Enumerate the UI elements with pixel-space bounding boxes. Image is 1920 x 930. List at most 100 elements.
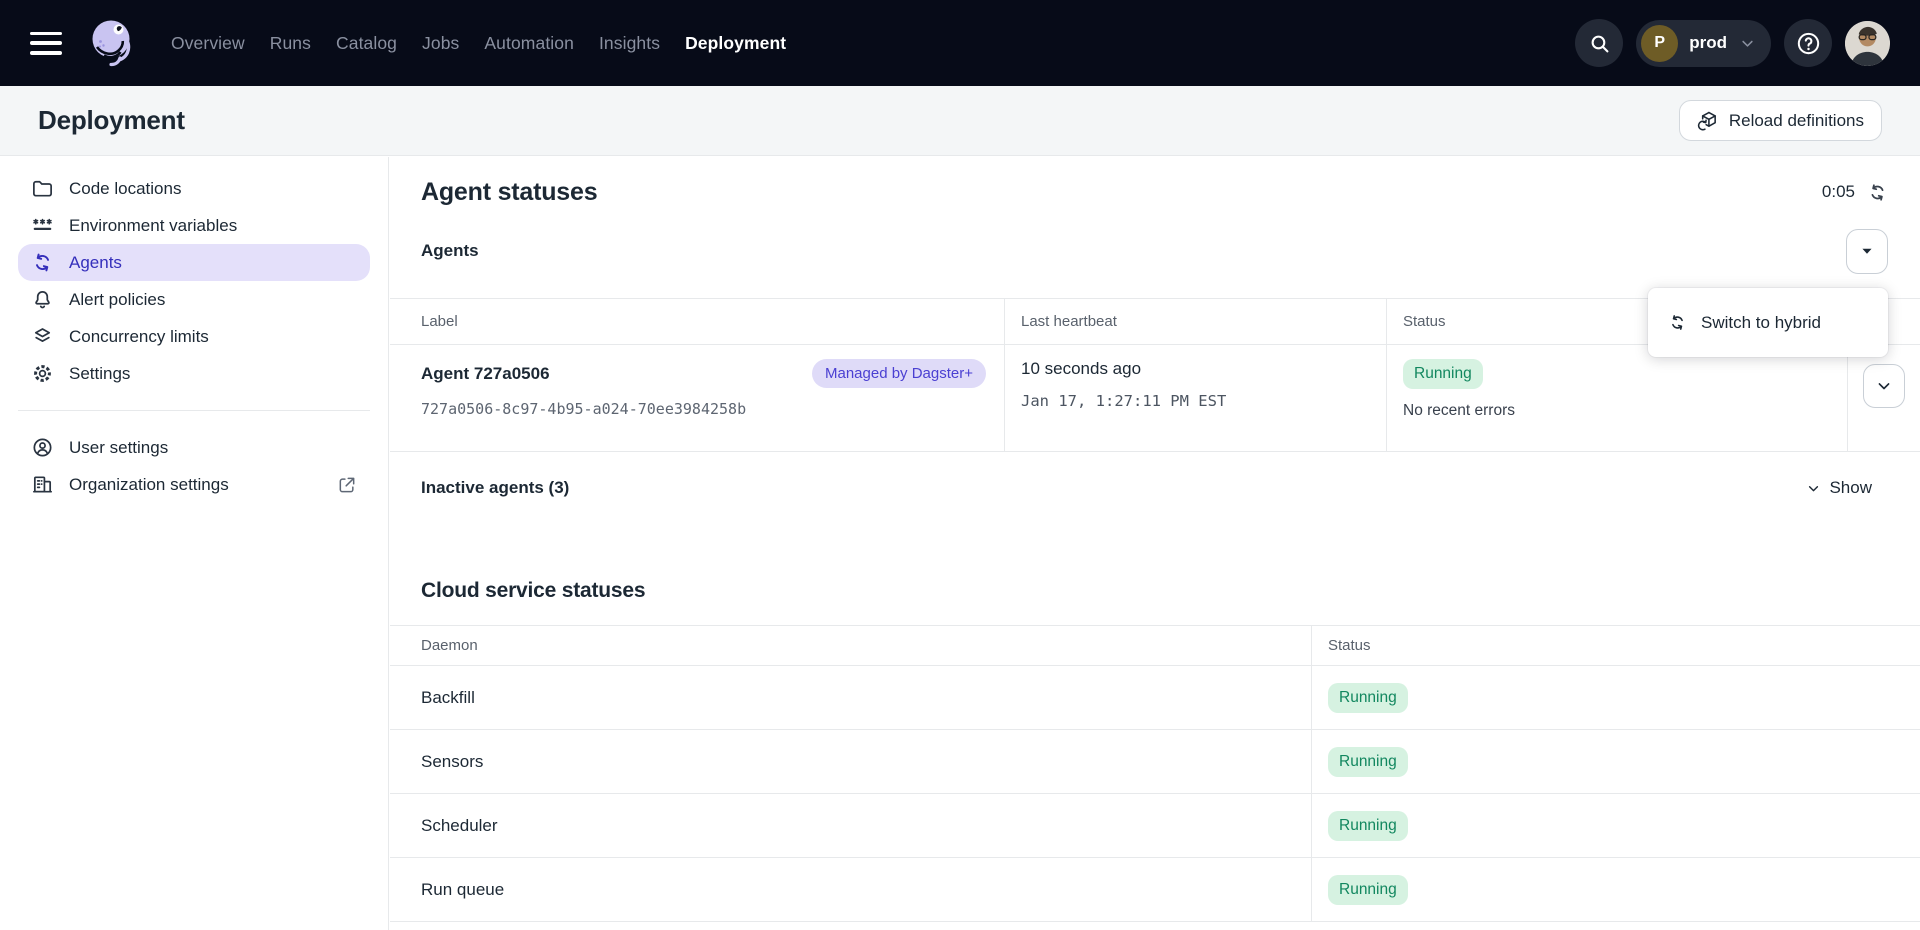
reload-definitions-button[interactable]: Reload definitions	[1679, 100, 1882, 141]
status-badge: Running	[1403, 359, 1483, 389]
bell-icon	[31, 288, 54, 311]
nav-runs[interactable]: Runs	[270, 33, 311, 54]
main-content: Agent statuses 0:05 Agents Label Last he…	[390, 157, 1920, 930]
page-header: Deployment Reload definitions	[0, 86, 1920, 156]
sidebar-item-label: Environment variables	[69, 216, 237, 236]
agent-actions-cell	[1847, 345, 1920, 452]
menu-item-label: Switch to hybrid	[1701, 313, 1821, 333]
daemon-name: Sensors	[390, 730, 1311, 794]
sidebar-item-label: Code locations	[69, 179, 181, 199]
deployment-sidebar: Code locations Environment variables Age…	[0, 157, 389, 930]
user-circle-icon	[31, 436, 54, 459]
sidebar-item-user-settings[interactable]: User settings	[18, 429, 370, 466]
daemon-status-cell: Running	[1311, 794, 1920, 858]
managed-by-badge: Managed by Dagster+	[812, 359, 986, 388]
agent-sync-icon	[31, 251, 54, 274]
agent-status-cell: Running No recent errors	[1386, 345, 1847, 452]
agent-name: Agent 727a0506	[421, 364, 550, 384]
inactive-agents-title: Inactive agents (3)	[421, 478, 569, 498]
chevron-down-icon	[1874, 376, 1894, 396]
column-header-last-heartbeat: Last heartbeat	[1004, 299, 1386, 345]
refresh-icon[interactable]	[1867, 182, 1888, 203]
sidebar-item-label: Organization settings	[69, 475, 229, 495]
cloud-service-statuses-title: Cloud service statuses	[421, 579, 1920, 603]
nav-insights[interactable]: Insights	[599, 33, 660, 54]
workspace-name: prod	[1689, 33, 1727, 53]
sidebar-item-organization-settings[interactable]: Organization settings	[18, 466, 370, 503]
sidebar-item-label: Agents	[69, 253, 122, 273]
agent-actions-menu: Switch to hybrid	[1648, 288, 1888, 357]
status-badge: Running	[1328, 683, 1408, 713]
agent-sync-icon	[1668, 313, 1687, 332]
cloud-services-table: Daemon Status Backfill Running Sensors R…	[390, 625, 1920, 922]
sidebar-item-alert-policies[interactable]: Alert policies	[18, 281, 370, 318]
daemon-name: Run queue	[390, 858, 1311, 922]
sidebar-item-label: Concurrency limits	[69, 327, 209, 347]
status-badge: Running	[1328, 875, 1408, 905]
show-toggle-label: Show	[1829, 478, 1872, 498]
chevron-down-icon	[1738, 34, 1757, 53]
workspace-avatar: P	[1641, 25, 1678, 62]
building-icon	[31, 473, 54, 496]
agent-label-cell: Agent 727a0506 Managed by Dagster+ 727a0…	[390, 345, 1004, 452]
folder-icon	[31, 177, 54, 200]
menu-item-switch-to-hybrid[interactable]: Switch to hybrid	[1648, 288, 1888, 357]
daemon-status-cell: Running	[1311, 666, 1920, 730]
user-photo-icon	[1845, 21, 1890, 66]
column-header-status: Status	[1311, 626, 1920, 666]
status-note: No recent errors	[1403, 402, 1829, 420]
external-link-icon	[337, 475, 357, 495]
agents-section-title: Agents	[421, 241, 479, 261]
user-avatar[interactable]	[1845, 21, 1890, 66]
heartbeat-timestamp: Jan 17, 1:27:11 PM EST	[1021, 392, 1368, 410]
layers-icon	[31, 325, 54, 348]
sidebar-item-label: User settings	[69, 438, 168, 458]
refresh-countdown: 0:05	[1822, 182, 1855, 202]
chevron-down-icon	[1805, 480, 1822, 497]
sidebar-item-concurrency-limits[interactable]: Concurrency limits	[18, 318, 370, 355]
status-badge: Running	[1328, 811, 1408, 841]
agent-statuses-title: Agent statuses	[421, 178, 597, 207]
status-badge: Running	[1328, 747, 1408, 777]
primary-nav: Overview Runs Catalog Jobs Automation In…	[171, 33, 786, 54]
sidebar-item-settings[interactable]: Settings	[18, 355, 370, 392]
nav-catalog[interactable]: Catalog	[336, 33, 397, 54]
top-nav: Overview Runs Catalog Jobs Automation In…	[0, 0, 1920, 86]
agent-heartbeat-cell: 10 seconds ago Jan 17, 1:27:11 PM EST	[1004, 345, 1386, 452]
agent-row-expand-button[interactable]	[1863, 364, 1905, 408]
workspace-switcher[interactable]: P prod	[1636, 20, 1771, 67]
daemon-name: Scheduler	[390, 794, 1311, 858]
page-title: Deployment	[38, 105, 185, 136]
sidebar-divider	[18, 410, 370, 411]
menu-icon[interactable]	[30, 32, 62, 55]
sidebar-item-code-locations[interactable]: Code locations	[18, 170, 370, 207]
daemon-status-cell: Running	[1311, 858, 1920, 922]
column-header-label: Label	[390, 299, 1004, 345]
reload-definitions-label: Reload definitions	[1729, 111, 1864, 131]
search-icon	[1587, 31, 1612, 56]
help-button[interactable]	[1784, 19, 1832, 67]
nav-jobs[interactable]: Jobs	[422, 33, 459, 54]
column-header-daemon: Daemon	[390, 626, 1311, 666]
gear-icon	[31, 362, 54, 385]
sidebar-item-label: Settings	[69, 364, 130, 384]
nav-overview[interactable]: Overview	[171, 33, 245, 54]
nav-right-cluster: P prod	[1575, 19, 1890, 67]
sidebar-item-agents[interactable]: Agents	[18, 244, 370, 281]
dagster-logo[interactable]	[87, 15, 139, 71]
caret-down-icon	[1856, 240, 1878, 262]
env-vars-icon	[31, 214, 54, 237]
show-inactive-toggle[interactable]: Show	[1805, 478, 1872, 498]
package-reload-icon	[1697, 110, 1719, 132]
nav-deployment[interactable]: Deployment	[685, 33, 786, 54]
heartbeat-relative: 10 seconds ago	[1021, 359, 1368, 379]
sidebar-item-environment-variables[interactable]: Environment variables	[18, 207, 370, 244]
daemon-name: Backfill	[390, 666, 1311, 730]
agent-id: 727a0506-8c97-4b95-a024-70ee3984258b	[421, 400, 986, 418]
daemon-status-cell: Running	[1311, 730, 1920, 794]
nav-automation[interactable]: Automation	[484, 33, 574, 54]
agent-actions-dropdown-button[interactable]	[1846, 229, 1888, 274]
help-icon	[1795, 30, 1822, 57]
search-button[interactable]	[1575, 19, 1623, 67]
sidebar-item-label: Alert policies	[69, 290, 165, 310]
